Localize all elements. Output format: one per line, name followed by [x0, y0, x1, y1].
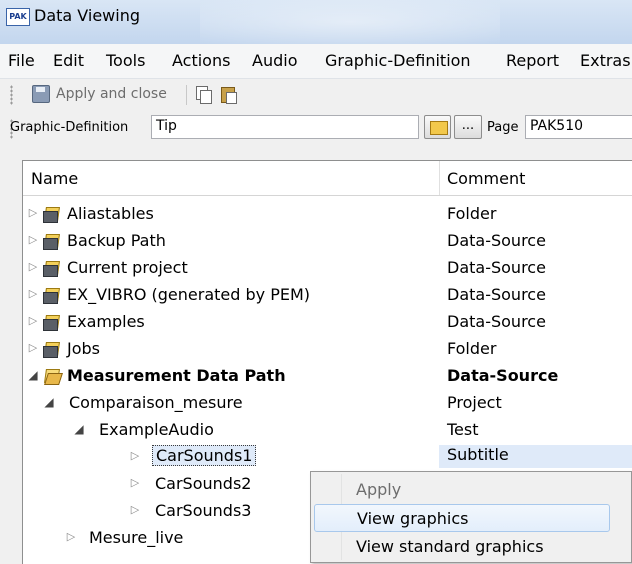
- tree-item-name: Current project: [67, 258, 188, 277]
- collapse-arrow-icon[interactable]: ◢: [27, 368, 39, 382]
- menu-actions[interactable]: Actions: [172, 51, 230, 70]
- context-menu: Apply View graphics View standard graphi…: [310, 471, 632, 563]
- tree-row-selected[interactable]: ▷ CarSounds1 Subtitle: [23, 444, 632, 471]
- expand-arrow-icon[interactable]: ▷: [27, 233, 39, 246]
- paste-icon[interactable]: [220, 85, 237, 104]
- context-menu-view-standard-graphics[interactable]: View standard graphics: [314, 533, 610, 561]
- window-title: Data Viewing: [34, 6, 140, 25]
- folder-icon: [43, 261, 61, 277]
- folder-icon: [43, 315, 61, 331]
- app-icon: PAK: [6, 8, 30, 26]
- tree-item-comment: Project: [447, 393, 502, 412]
- column-header-comment[interactable]: Comment: [447, 169, 525, 188]
- menu-graphic-definition[interactable]: Graphic-Definition: [325, 51, 471, 70]
- tree-item-name: CarSounds2: [155, 474, 252, 493]
- graphic-definition-label: Graphic-Definition: [10, 120, 129, 135]
- tree-item-name: Jobs: [67, 339, 100, 358]
- save-disk-icon: [32, 85, 50, 103]
- tree-item-name: ExampleAudio: [99, 420, 214, 439]
- expand-arrow-icon[interactable]: ▷: [129, 503, 141, 516]
- page-input[interactable]: PAK510: [525, 115, 632, 139]
- title-bar: PAK Data Viewing: [0, 0, 632, 45]
- tree-row[interactable]: ▷ Current project Data-Source: [23, 255, 632, 282]
- open-folder-button[interactable]: [424, 115, 451, 139]
- tree-item-comment: Test: [447, 420, 479, 439]
- expand-arrow-icon[interactable]: ▷: [27, 314, 39, 327]
- tree-row[interactable]: ▷ Aliastables Folder: [23, 201, 632, 228]
- menu-report[interactable]: Report: [506, 51, 559, 70]
- expand-arrow-icon[interactable]: ▷: [129, 449, 141, 462]
- menu-bar: File Edit Tools Actions Audio Graphic-De…: [0, 44, 632, 79]
- toolbar-separator: [186, 85, 187, 105]
- tree-row[interactable]: ▷ Examples Data-Source: [23, 309, 632, 336]
- folder-icon: [43, 207, 61, 223]
- menu-tools[interactable]: Tools: [106, 51, 145, 70]
- expand-arrow-icon[interactable]: ▷: [65, 530, 77, 543]
- collapse-arrow-icon[interactable]: ◢: [43, 395, 55, 409]
- context-menu-view-graphics[interactable]: View graphics: [314, 504, 610, 532]
- graphic-definition-input[interactable]: Tip: [151, 115, 419, 139]
- tree-row[interactable]: ◢ Measurement Data Path Data-Source: [23, 363, 632, 390]
- tree-item-comment: Data-Source: [447, 231, 546, 250]
- tree-item-comment: Data-Source: [447, 285, 546, 304]
- tree-item-name: Mesure_live: [89, 528, 184, 547]
- tree-item-name: EX_VIBRO (generated by PEM): [67, 285, 310, 304]
- tree-item-comment: Data-Source: [447, 366, 559, 385]
- context-menu-label: Apply: [356, 480, 402, 499]
- tree-item-name: Measurement Data Path: [67, 366, 286, 385]
- folder-icon: [43, 288, 61, 304]
- tree-item-comment: Subtitle: [439, 445, 632, 468]
- tree-item-name: Examples: [67, 312, 145, 331]
- copy-icon[interactable]: [195, 85, 212, 104]
- tree-item-comment: Folder: [447, 204, 497, 223]
- tree-header: Name Comment: [23, 161, 632, 196]
- expand-arrow-icon[interactable]: ▷: [27, 341, 39, 354]
- menu-edit[interactable]: Edit: [53, 51, 84, 70]
- collapse-arrow-icon[interactable]: ◢: [73, 422, 85, 436]
- open-folder-icon: [43, 369, 61, 384]
- browse-button[interactable]: ...: [454, 115, 482, 139]
- tree-item-name: CarSounds1: [152, 445, 257, 466]
- expand-arrow-icon[interactable]: ▷: [27, 206, 39, 219]
- main-toolbar: Apply and close: [0, 79, 632, 111]
- tree-item-name: Backup Path: [67, 231, 166, 250]
- tree-row[interactable]: ▷ EX_VIBRO (generated by PEM) Data-Sourc…: [23, 282, 632, 309]
- apply-and-close-label: Apply and close: [56, 86, 167, 102]
- tree-item-name: Comparaison_mesure: [69, 393, 243, 412]
- context-menu-label: View graphics: [357, 509, 469, 528]
- menu-file[interactable]: File: [8, 51, 35, 70]
- column-divider[interactable]: [439, 161, 440, 195]
- menu-extras[interactable]: Extras: [580, 51, 631, 70]
- page-label: Page: [487, 120, 519, 135]
- tree-item-comment: Folder: [447, 339, 497, 358]
- tree-row[interactable]: ▷ Jobs Folder: [23, 336, 632, 363]
- tree-item-name: CarSounds3: [155, 501, 252, 520]
- open-folder-icon: [430, 121, 448, 135]
- title-bar-glow: [200, 0, 500, 44]
- menu-audio[interactable]: Audio: [252, 51, 297, 70]
- context-menu-label: View standard graphics: [356, 537, 544, 556]
- graphic-definition-toolbar: Graphic-Definition Tip ... Page PAK510: [0, 111, 632, 147]
- expand-arrow-icon[interactable]: ▷: [27, 260, 39, 273]
- folder-icon: [43, 234, 61, 250]
- expand-arrow-icon[interactable]: ▷: [129, 476, 141, 489]
- column-header-name[interactable]: Name: [31, 169, 78, 188]
- tree-row[interactable]: ◢ ExampleAudio Test: [23, 417, 632, 444]
- apply-and-close-button[interactable]: Apply and close: [32, 85, 167, 103]
- tree-item-comment: Data-Source: [447, 258, 546, 277]
- tree-item-name: Aliastables: [67, 204, 154, 223]
- tree-item-comment: Data-Source: [447, 312, 546, 331]
- context-menu-apply[interactable]: Apply: [314, 476, 610, 504]
- folder-icon: [43, 342, 61, 358]
- tree-row[interactable]: ▷ Backup Path Data-Source: [23, 228, 632, 255]
- toolbar-grip[interactable]: [10, 85, 13, 105]
- tree-row[interactable]: ◢ Comparaison_mesure Project: [23, 390, 632, 417]
- expand-arrow-icon[interactable]: ▷: [27, 287, 39, 300]
